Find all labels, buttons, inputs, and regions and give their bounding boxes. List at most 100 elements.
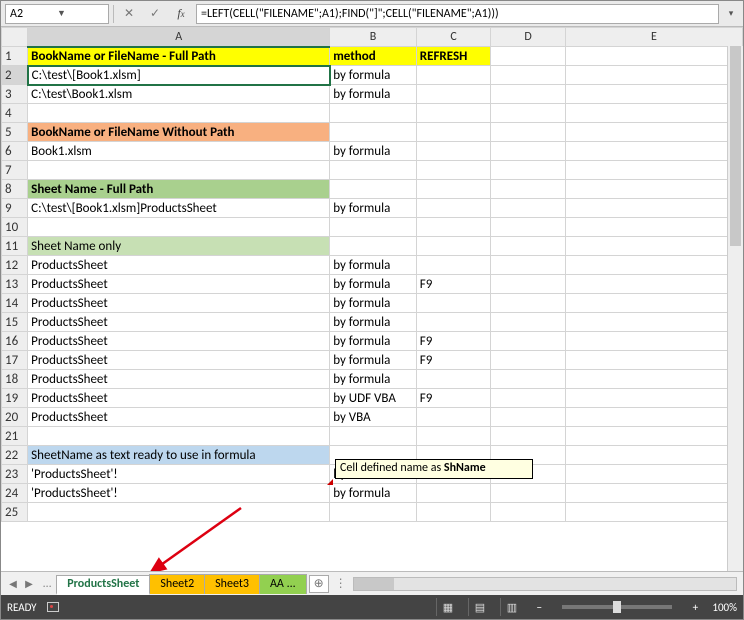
cell-B7[interactable] xyxy=(330,161,417,180)
col-header-B[interactable]: B xyxy=(330,28,417,47)
cell-A20[interactable]: ProductsSheet xyxy=(28,408,330,427)
cell-A3[interactable]: C:\test\Book1.xlsm xyxy=(28,85,330,104)
cell-A8[interactable]: Sheet Name - Full Path xyxy=(28,180,330,199)
cell-A19[interactable]: ProductsSheet xyxy=(28,389,330,408)
zoom-slider[interactable] xyxy=(562,605,672,609)
tab-overflow-icon[interactable]: … xyxy=(37,577,57,591)
cell-B4[interactable] xyxy=(330,104,417,123)
view-normal-icon[interactable]: ▦ xyxy=(436,598,458,616)
cell-C9[interactable] xyxy=(416,199,491,218)
cell-E8[interactable] xyxy=(565,180,742,199)
cell-A13[interactable]: ProductsSheet xyxy=(28,275,330,294)
row-header[interactable]: 25 xyxy=(2,503,28,522)
cell-A21[interactable] xyxy=(28,427,330,446)
cell-A18[interactable]: ProductsSheet xyxy=(28,370,330,389)
row-header[interactable]: 20 xyxy=(2,408,28,427)
cell-D15[interactable] xyxy=(491,313,566,332)
view-pagelayout-icon[interactable]: ▤ xyxy=(468,598,490,616)
cell-C6[interactable] xyxy=(416,142,491,161)
cell-D16[interactable] xyxy=(491,332,566,351)
cell-E19[interactable] xyxy=(565,389,742,408)
scroll-thumb[interactable] xyxy=(730,46,741,246)
zoom-in-button[interactable]: + xyxy=(688,601,702,614)
cell-C20[interactable] xyxy=(416,408,491,427)
row-header[interactable]: 11 xyxy=(2,237,28,256)
cell-D24[interactable] xyxy=(491,484,566,503)
cell-E5[interactable] xyxy=(565,123,742,142)
cell-B15[interactable]: by formula xyxy=(330,313,417,332)
cell-A2[interactable]: C:\test\[Book1.xlsm] xyxy=(28,66,330,85)
row-header[interactable]: 9 xyxy=(2,199,28,218)
cell-A11[interactable]: Sheet Name only xyxy=(28,237,330,256)
name-box[interactable]: A2 ▼ xyxy=(5,4,109,24)
cell-C8[interactable] xyxy=(416,180,491,199)
cell-E17[interactable] xyxy=(565,351,742,370)
row-header[interactable]: 23 xyxy=(2,465,28,484)
cell-A7[interactable] xyxy=(28,161,330,180)
row-header[interactable]: 3 xyxy=(2,85,28,104)
cell-A24[interactable]: 'ProductsSheet'! xyxy=(28,484,330,503)
cell-E14[interactable] xyxy=(565,294,742,313)
cell-C12[interactable] xyxy=(416,256,491,275)
tab-split-handle[interactable]: ⋮ xyxy=(335,576,347,591)
cell-C24[interactable] xyxy=(416,484,491,503)
cell-A10[interactable] xyxy=(28,218,330,237)
cell-C19[interactable]: F9 xyxy=(416,389,491,408)
row-header[interactable]: 4 xyxy=(2,104,28,123)
cell-B1[interactable]: method xyxy=(330,47,417,66)
view-pagebreak-icon[interactable]: ▥ xyxy=(500,598,522,616)
cell-B8[interactable] xyxy=(330,180,417,199)
cell-B24[interactable]: by formula xyxy=(330,484,417,503)
cell-E13[interactable] xyxy=(565,275,742,294)
cell-A4[interactable] xyxy=(28,104,330,123)
insert-function-button[interactable]: fx xyxy=(170,4,192,24)
cell-E9[interactable] xyxy=(565,199,742,218)
macro-record-icon[interactable] xyxy=(47,602,59,612)
cell-B19[interactable]: by UDF VBA xyxy=(330,389,417,408)
cell-B2[interactable]: by formula xyxy=(330,66,417,85)
cell-B25[interactable] xyxy=(330,503,417,522)
select-all-corner[interactable] xyxy=(2,28,28,47)
cell-C15[interactable] xyxy=(416,313,491,332)
cell-B10[interactable] xyxy=(330,218,417,237)
row-header[interactable]: 12 xyxy=(2,256,28,275)
cell-D5[interactable] xyxy=(491,123,566,142)
accept-formula-button[interactable]: ✓ xyxy=(144,4,166,24)
col-header-E[interactable]: E xyxy=(565,28,742,47)
cell-C18[interactable] xyxy=(416,370,491,389)
row-header[interactable]: 7 xyxy=(2,161,28,180)
horizontal-scrollbar[interactable] xyxy=(353,577,737,591)
row-header[interactable]: 15 xyxy=(2,313,28,332)
row-header[interactable]: 1 xyxy=(2,47,28,66)
sheet-tab[interactable]: Sheet3 xyxy=(204,574,260,594)
cell-E10[interactable] xyxy=(565,218,742,237)
cell-D6[interactable] xyxy=(491,142,566,161)
cell-E1[interactable] xyxy=(565,47,742,66)
sheet-tab[interactable]: Sheet2 xyxy=(149,574,205,594)
cell-C11[interactable] xyxy=(416,237,491,256)
cell-A5[interactable]: BookName or FileName Without Path xyxy=(28,123,330,142)
cell-B20[interactable]: by VBA xyxy=(330,408,417,427)
cell-E18[interactable] xyxy=(565,370,742,389)
cell-E3[interactable] xyxy=(565,85,742,104)
cell-D20[interactable] xyxy=(491,408,566,427)
row-header[interactable]: 21 xyxy=(2,427,28,446)
cell-A16[interactable]: ProductsSheet xyxy=(28,332,330,351)
cell-D8[interactable] xyxy=(491,180,566,199)
cell-E4[interactable] xyxy=(565,104,742,123)
zoom-out-button[interactable]: − xyxy=(532,601,546,614)
cell-A15[interactable]: ProductsSheet xyxy=(28,313,330,332)
cell-D19[interactable] xyxy=(491,389,566,408)
tab-nav-prev-icon[interactable]: ◀ xyxy=(5,575,21,593)
col-header-C[interactable]: C xyxy=(416,28,491,47)
cell-E15[interactable] xyxy=(565,313,742,332)
cell-C7[interactable] xyxy=(416,161,491,180)
new-sheet-button[interactable]: ⊕ xyxy=(309,575,329,593)
row-header[interactable]: 5 xyxy=(2,123,28,142)
cell-B14[interactable]: by formula xyxy=(330,294,417,313)
cell-B5[interactable] xyxy=(330,123,417,142)
col-header-D[interactable]: D xyxy=(491,28,566,47)
row-header[interactable]: 17 xyxy=(2,351,28,370)
row-header[interactable]: 16 xyxy=(2,332,28,351)
cell-D13[interactable] xyxy=(491,275,566,294)
